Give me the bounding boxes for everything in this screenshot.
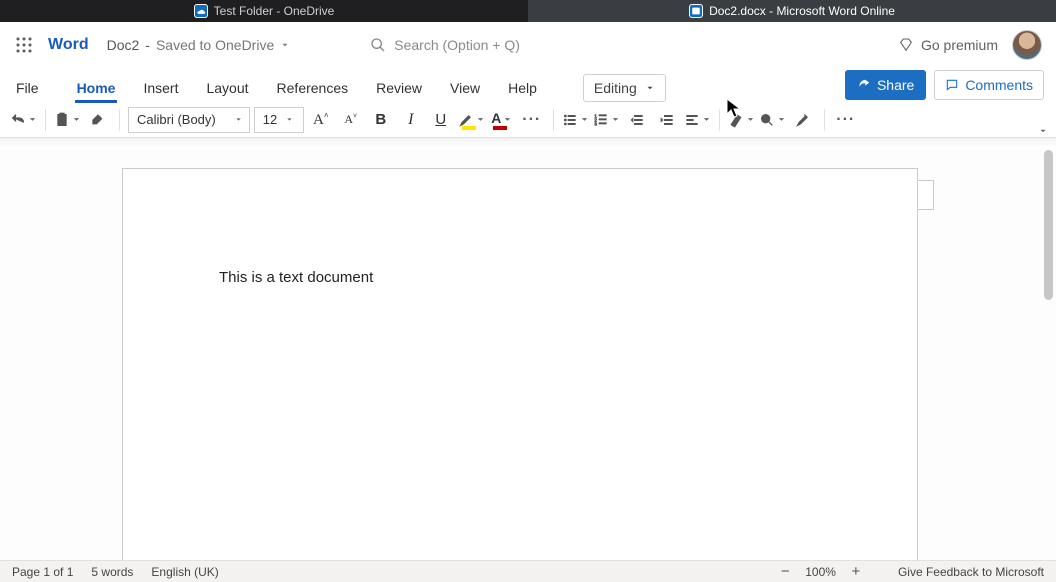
chevron-down-icon: [234, 115, 243, 124]
editing-mode-dropdown[interactable]: Editing: [583, 74, 666, 102]
underline-button[interactable]: U: [428, 106, 454, 134]
find-button[interactable]: [759, 106, 786, 134]
feedback-link[interactable]: Give Feedback to Microsoft: [898, 565, 1044, 579]
browser-tab-label: Doc2.docx - Microsoft Word Online: [709, 4, 895, 18]
comments-label: Comments: [965, 77, 1033, 93]
more-font-options-button[interactable]: ···: [519, 106, 545, 134]
dictate-button[interactable]: [790, 106, 816, 134]
tab-home[interactable]: Home: [75, 74, 118, 102]
tab-layout[interactable]: Layout: [204, 74, 250, 102]
account-avatar[interactable]: [1012, 30, 1042, 60]
format-painter-button[interactable]: [85, 106, 111, 134]
doc-title: Doc2: [107, 37, 140, 53]
font-name-value: Calibri (Body): [137, 112, 216, 127]
onedrive-icon: [194, 4, 208, 18]
share-icon: [857, 78, 871, 92]
align-button[interactable]: [684, 106, 711, 134]
undo-button[interactable]: [10, 106, 37, 134]
language-button[interactable]: English (UK): [151, 565, 218, 579]
document-name-button[interactable]: Doc2 - Saved to OneDrive: [107, 37, 291, 53]
tab-help[interactable]: Help: [506, 74, 539, 102]
document-body-text[interactable]: This is a text document: [219, 269, 373, 286]
chevron-down-icon: [280, 37, 290, 53]
search-placeholder: Search (Option + Q): [394, 37, 520, 53]
scrollbar-thumb[interactable]: [1044, 150, 1053, 300]
zoom-out-button[interactable]: −: [779, 563, 791, 580]
font-name-dropdown[interactable]: Calibri (Body): [128, 107, 250, 133]
share-label: Share: [877, 77, 914, 93]
comments-button[interactable]: Comments: [934, 70, 1044, 100]
tab-insert[interactable]: Insert: [141, 74, 180, 102]
go-premium-button[interactable]: Go premium: [898, 37, 998, 53]
word-count[interactable]: 5 words: [91, 565, 133, 579]
paste-button[interactable]: [54, 106, 81, 134]
chevron-down-icon: [645, 83, 655, 93]
tab-file[interactable]: File: [14, 74, 41, 102]
italic-button[interactable]: I: [398, 106, 424, 134]
tab-review[interactable]: Review: [374, 74, 424, 102]
grow-font-button[interactable]: A˄: [308, 106, 334, 134]
shrink-font-button[interactable]: A˅: [338, 106, 364, 134]
zoom-level[interactable]: 100%: [805, 565, 836, 579]
tab-view[interactable]: View: [448, 74, 482, 102]
increase-indent-button[interactable]: [654, 106, 680, 134]
diamond-icon: [898, 37, 914, 53]
ribbon-tabs: File Home Insert Layout References Revie…: [0, 68, 1056, 102]
browser-tab-strip: Test Folder - OneDrive Doc2.docx - Micro…: [0, 0, 1056, 22]
saved-status: Saved to OneDrive: [156, 37, 274, 53]
status-bar: Page 1 of 1 5 words English (UK) − 100% …: [0, 560, 1056, 582]
svg-text:3: 3: [594, 121, 597, 126]
numbering-button[interactable]: 123: [593, 106, 620, 134]
tab-references[interactable]: References: [275, 74, 351, 102]
home-toolbar: Calibri (Body) 12 A˄ A˅ B I U A ··· 123 …: [0, 102, 1056, 138]
go-premium-label: Go premium: [921, 37, 998, 53]
bold-button[interactable]: B: [368, 106, 394, 134]
document-canvas: This is a text document: [0, 150, 1056, 560]
page-info[interactable]: Page 1 of 1: [12, 565, 73, 579]
browser-tab-onedrive[interactable]: Test Folder - OneDrive: [0, 0, 528, 22]
app-launcher-button[interactable]: [10, 31, 38, 59]
browser-tab-label: Test Folder - OneDrive: [214, 4, 335, 18]
font-size-value: 12: [263, 112, 277, 127]
more-commands-button[interactable]: ···: [833, 106, 859, 134]
comments-icon: [945, 78, 959, 92]
search-icon: [370, 37, 386, 53]
font-color-button[interactable]: A: [489, 106, 515, 134]
page-side-tab: [918, 180, 934, 210]
highlight-color-button[interactable]: [458, 106, 485, 134]
app-name[interactable]: Word: [48, 36, 89, 54]
word-icon: [689, 4, 703, 18]
title-bar: Word Doc2 - Saved to OneDrive Search (Op…: [0, 22, 1056, 68]
mouse-cursor-icon: [726, 98, 742, 118]
ribbon-collapse-button[interactable]: [1038, 123, 1054, 139]
search-box[interactable]: Search (Option + Q): [370, 37, 520, 53]
zoom-controls: − 100% +: [779, 563, 862, 580]
zoom-in-button[interactable]: +: [850, 563, 862, 580]
decrease-indent-button[interactable]: [624, 106, 650, 134]
document-page[interactable]: This is a text document: [122, 168, 918, 560]
chevron-down-icon: [285, 115, 294, 124]
bullets-button[interactable]: [562, 106, 589, 134]
browser-tab-word[interactable]: Doc2.docx - Microsoft Word Online: [528, 0, 1056, 22]
share-button[interactable]: Share: [845, 70, 926, 100]
font-size-dropdown[interactable]: 12: [254, 107, 304, 133]
editing-mode-label: Editing: [594, 80, 637, 96]
vertical-scrollbar[interactable]: [1043, 150, 1053, 560]
doc-dash: -: [145, 37, 150, 53]
